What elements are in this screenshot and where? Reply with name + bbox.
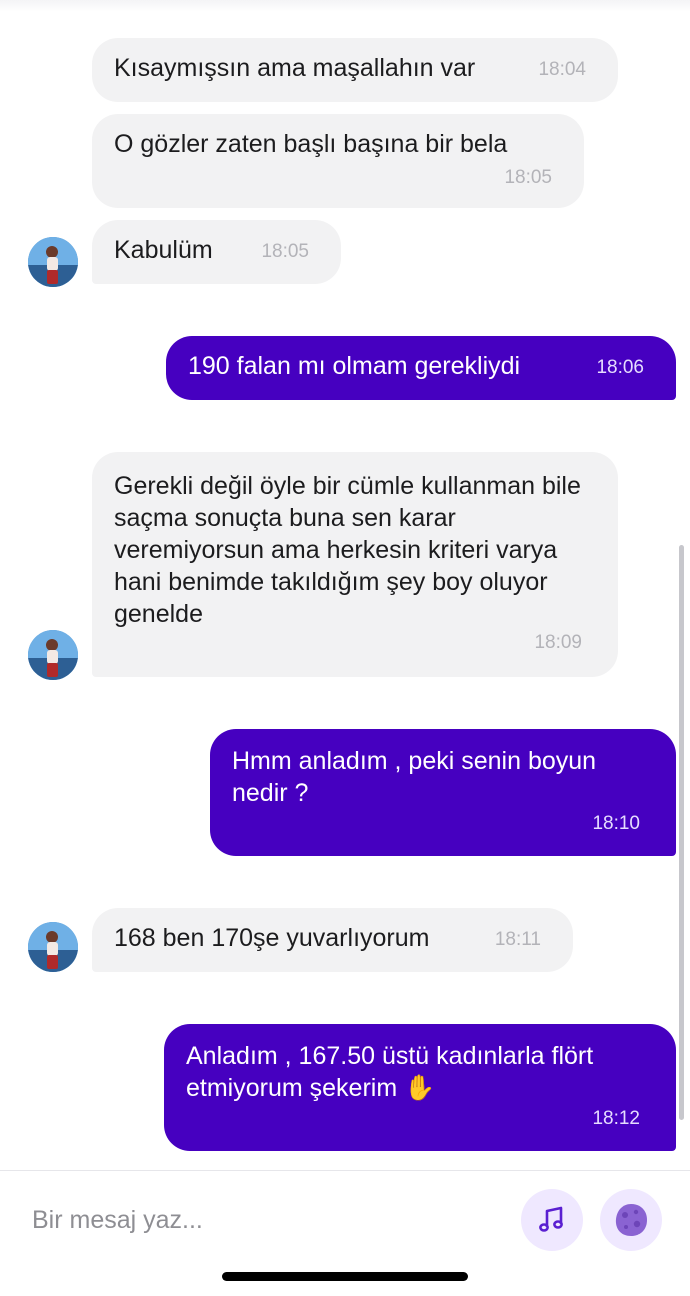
message-time: 18:09: [534, 632, 582, 653]
message-bubble-incoming[interactable]: Gerekli değil öyle bir cümle kullanman b…: [92, 452, 618, 677]
message-bubble-incoming[interactable]: Kısaymışsın ama maşallahın var 18:04: [92, 38, 618, 102]
message-text: Hmm anladım , peki senin boyun nedir ?: [232, 747, 597, 807]
home-indicator[interactable]: [222, 1272, 468, 1281]
message-bubble-incoming[interactable]: O gözler zaten başlı başına bir bela 18:…: [92, 114, 584, 208]
message-text: Gerekli değil öyle bir cümle kullanman b…: [114, 472, 581, 628]
sticker-button[interactable]: [600, 1189, 662, 1251]
message-text: Anladım , 167.50 üstü kadınlarla flört e…: [186, 1042, 594, 1102]
message-bubble-incoming[interactable]: Kabulüm 18:05: [92, 220, 341, 284]
music-note-icon: [539, 1206, 563, 1232]
message-bubble-outgoing[interactable]: Hmm anladım , peki senin boyun nedir ? 1…: [210, 729, 676, 856]
avatar-photo: [28, 922, 78, 972]
message-list[interactable]: Kısaymışsın ama maşallahın var 18:04 O g…: [0, 0, 690, 1170]
message-time: 18:12: [592, 1108, 640, 1129]
avatar-photo: [28, 237, 78, 287]
contact-avatar[interactable]: [28, 237, 78, 287]
avatar-photo: [28, 630, 78, 680]
message-input[interactable]: [30, 1199, 494, 1241]
message-composer: [0, 1170, 690, 1267]
contact-avatar[interactable]: [28, 630, 78, 680]
message-time: 18:04: [538, 59, 586, 80]
message-text: Kısaymışsın ama maşallahın var: [114, 54, 476, 82]
message-bubble-outgoing[interactable]: Anladım , 167.50 üstü kadınlarla flört e…: [164, 1024, 676, 1151]
message-time: 18:05: [504, 167, 552, 188]
message-time: 18:06: [596, 357, 644, 378]
planet-sticker-icon: [615, 1204, 647, 1236]
scrollbar[interactable]: [679, 545, 684, 1120]
contact-avatar[interactable]: [28, 922, 78, 972]
message-time: 18:05: [261, 241, 309, 262]
message-text: 190 falan mı olmam gerekliydi: [188, 352, 521, 380]
message-time: 18:11: [494, 929, 541, 950]
message-bubble-incoming[interactable]: 168 ben 170şe yuvarlıyorum 18:11: [92, 908, 573, 972]
message-text: 168 ben 170şe yuvarlıyorum: [114, 924, 430, 952]
message-bubble-outgoing[interactable]: 190 falan mı olmam gerekliydi 18:06: [166, 336, 676, 400]
message-time: 18:10: [592, 813, 640, 834]
message-text: O gözler zaten başlı başına bir bela: [114, 130, 508, 158]
music-button[interactable]: [521, 1189, 583, 1251]
